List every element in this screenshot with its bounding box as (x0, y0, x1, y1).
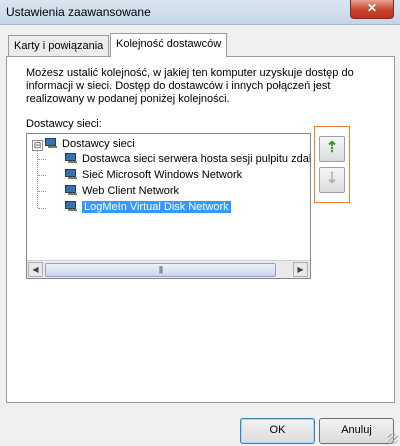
tree-branch-line (38, 159, 46, 160)
tab-cards-and-bindings[interactable]: Karty i powiązania (8, 35, 110, 56)
description-line: informacji w sieci. Dostęp do dostawców … (26, 80, 331, 92)
tree-item-label: Sieć Microsoft Windows Network (82, 169, 243, 181)
network-icon (65, 169, 78, 180)
resize-grip-icon[interactable] (388, 434, 398, 444)
tree-item[interactable]: Web Client Network (65, 184, 179, 199)
collapse-icon[interactable]: ⊟ (32, 140, 43, 151)
reorder-buttons-group: ⇡ ⇣ (314, 126, 350, 203)
title-bar: Ustawienia zaawansowane ✕ (0, 0, 400, 25)
network-icon (45, 138, 58, 149)
network-icon (65, 153, 78, 164)
close-button[interactable]: ✕ (350, 0, 394, 19)
tree-item[interactable]: Dostawca sieci serwera hosta sesji pulpi… (65, 152, 311, 167)
tab-label: Kolejność dostawców (116, 38, 222, 50)
cancel-button[interactable]: Anuluj (319, 418, 394, 444)
tree-item[interactable]: Sieć Microsoft Windows Network (65, 168, 242, 183)
scroll-right-icon[interactable]: ▶ (293, 262, 308, 277)
tree-branch-line (38, 175, 46, 176)
move-up-button[interactable]: ⇡ (319, 136, 345, 162)
arrow-up-icon: ⇡ (325, 139, 339, 156)
providers-tree[interactable]: ⊟ Dostawcy sieci Dostawca sieci serwera … (26, 133, 311, 279)
close-icon: ✕ (366, 1, 378, 15)
ok-button[interactable]: OK (240, 418, 315, 444)
tab-label: Karty i powiązania (14, 40, 104, 52)
tree-item-selected[interactable]: LogMeIn Virtual Disk Network (65, 200, 231, 215)
scroll-left-icon[interactable]: ◀ (28, 262, 43, 277)
tree-item-label: LogMeIn Virtual Disk Network (82, 201, 231, 213)
tree-root-item[interactable]: Dostawcy sieci (45, 137, 135, 152)
dialog-footer: OK Anuluj (0, 403, 400, 446)
tab-panel: Możesz ustalić kolejność, w jakiej ten k… (6, 56, 395, 403)
window-title: Ustawienia zaawansowane (6, 5, 151, 19)
description: Możesz ustalić kolejność, w jakiej ten k… (26, 67, 366, 106)
scrollbar-thumb[interactable]: ||| (45, 263, 276, 277)
providers-label: Dostawcy sieci: (26, 118, 102, 130)
horizontal-scrollbar[interactable]: ◀ ||| ▶ (27, 260, 310, 278)
description-line: realizowany w podanej poniżej kolejności… (26, 93, 230, 105)
arrow-down-icon: ⇣ (325, 170, 339, 187)
description-line: Możesz ustalić kolejność, w jakiej ten k… (26, 67, 354, 79)
move-down-button[interactable]: ⇣ (319, 167, 345, 193)
network-icon (65, 185, 78, 196)
network-icon (65, 201, 78, 212)
tree-branch-line (38, 208, 46, 209)
tab-provider-order[interactable]: Kolejność dostawców (110, 33, 228, 57)
tree-item-label: Dostawca sieci serwera hosta sesji pulpi… (82, 153, 311, 165)
tree-branch-line (38, 191, 46, 192)
tree-item-label: Dostawcy sieci (62, 138, 135, 150)
tree-item-label: Web Client Network (82, 185, 179, 197)
